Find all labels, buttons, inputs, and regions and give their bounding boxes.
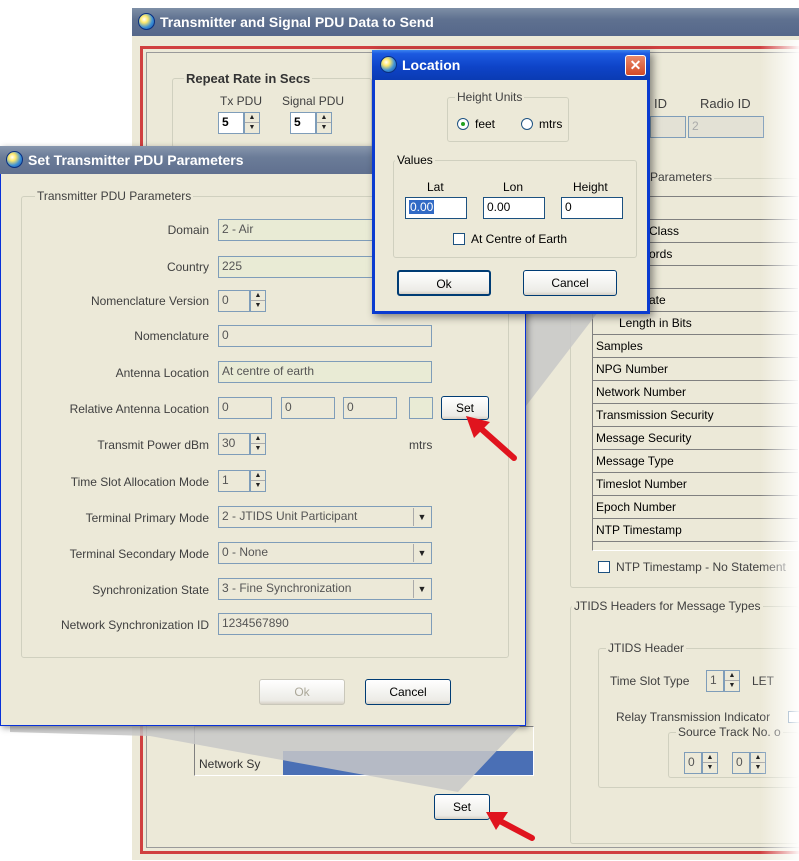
transmitter-params-title: Transmitter PDU Parameters bbox=[35, 189, 194, 203]
relative-antenna-extra-input[interactable] bbox=[409, 397, 433, 419]
network-sync-label: Network Synchronization ID bbox=[60, 618, 209, 632]
relative-antenna-z-input[interactable]: 0 bbox=[343, 397, 397, 419]
height-units-title: Height Units bbox=[455, 90, 525, 104]
close-icon[interactable]: ✕ bbox=[625, 55, 646, 76]
sync-state-value: 3 - Fine Synchronization bbox=[222, 581, 352, 595]
terminal-secondary-label: Terminal Secondary Mode bbox=[69, 547, 209, 561]
height-input[interactable]: 0 bbox=[561, 197, 623, 219]
relative-antenna-y-input[interactable]: 0 bbox=[281, 397, 335, 419]
transmitter-cancel-button[interactable]: Cancel bbox=[365, 679, 451, 705]
lon-input[interactable]: 0.00 bbox=[483, 197, 545, 219]
location-dialog: Location ✕ Height Units feet mtrs Values… bbox=[372, 50, 650, 314]
chevron-down-icon[interactable]: ▼ bbox=[413, 544, 430, 562]
lat-input[interactable]: 0.00 bbox=[405, 197, 467, 219]
transmit-power-label: Transmit Power dBm bbox=[97, 438, 209, 452]
transmitter-ok-button[interactable]: Ok bbox=[259, 679, 345, 705]
relative-antenna-x-input[interactable]: 0 bbox=[218, 397, 272, 419]
mtrs-radio-label: mtrs bbox=[539, 117, 563, 131]
lat-label: Lat bbox=[427, 180, 444, 194]
network-sync-input[interactable]: 1234567890 bbox=[218, 613, 432, 635]
mtrs-radio[interactable] bbox=[521, 118, 533, 130]
time-slot-allocation-spinner[interactable]: ▲ ▼ bbox=[250, 470, 266, 492]
arrow-icon-lower bbox=[486, 812, 535, 841]
callout-wedge-lower bbox=[10, 724, 522, 792]
location-cancel-button[interactable]: Cancel bbox=[523, 270, 617, 296]
terminal-primary-value: 2 - JTIDS Unit Participant bbox=[222, 509, 358, 523]
terminal-primary-select[interactable]: 2 - JTIDS Unit Participant ▼ bbox=[218, 506, 432, 528]
time-slot-allocation-input[interactable]: 1 bbox=[218, 470, 250, 492]
arrow-upper-shaft bbox=[475, 423, 517, 461]
location-title-bar[interactable]: Location bbox=[372, 50, 650, 80]
transmit-power-spinner[interactable]: ▲ ▼ bbox=[250, 433, 266, 455]
sync-state-select[interactable]: 3 - Fine Synchronization ▼ bbox=[218, 578, 432, 600]
transmit-power-input[interactable]: 30 bbox=[218, 433, 250, 455]
nomenclature-input[interactable]: 0 bbox=[218, 325, 432, 347]
lat-value: 0.00 bbox=[409, 200, 435, 214]
location-ok-button[interactable]: Ok bbox=[397, 270, 491, 296]
globe-icon bbox=[380, 56, 397, 73]
lon-label: Lon bbox=[503, 180, 524, 194]
domain-label: Domain bbox=[167, 223, 209, 237]
globe-icon bbox=[6, 151, 23, 168]
chevron-down-icon[interactable]: ▼ bbox=[413, 580, 430, 598]
terminal-secondary-value: 0 - None bbox=[222, 545, 269, 559]
arrow-icon-upper bbox=[466, 416, 517, 461]
mtrs-label: mtrs bbox=[409, 438, 433, 452]
chevron-down-icon[interactable]: ▼ bbox=[413, 508, 430, 526]
height-label: Height bbox=[573, 180, 608, 194]
relative-antenna-label: Relative Antenna Location bbox=[69, 402, 209, 416]
nomenclature-version-spinner[interactable]: ▲ ▼ bbox=[250, 290, 266, 312]
time-slot-allocation-label: Time Slot Allocation Mode bbox=[70, 475, 209, 489]
nomenclature-version-label: Nomenclature Version bbox=[90, 294, 209, 308]
transmitter-dialog-title: Set Transmitter PDU Parameters bbox=[28, 152, 244, 168]
feet-radio[interactable] bbox=[457, 118, 469, 130]
feet-label: feet bbox=[475, 117, 496, 131]
arrow-lower-shaft bbox=[495, 817, 535, 841]
antenna-location-input[interactable]: At centre of earth bbox=[218, 361, 432, 383]
nomenclature-version-input[interactable]: 0 bbox=[218, 290, 250, 312]
centre-of-earth-checkbox[interactable] bbox=[453, 233, 465, 245]
nomenclature-label: Nomenclature bbox=[134, 329, 209, 343]
terminal-secondary-select[interactable]: 0 - None ▼ bbox=[218, 542, 432, 564]
sync-state-label: Synchronization State bbox=[92, 583, 209, 597]
centre-of-earth-label: At Centre of Earth bbox=[471, 232, 568, 246]
location-dialog-title: Location bbox=[402, 57, 461, 73]
antenna-location-label: Antenna Location bbox=[115, 366, 209, 380]
values-title: Values bbox=[395, 153, 435, 167]
terminal-primary-label: Terminal Primary Mode bbox=[85, 511, 209, 525]
country-label: Country bbox=[166, 260, 209, 274]
